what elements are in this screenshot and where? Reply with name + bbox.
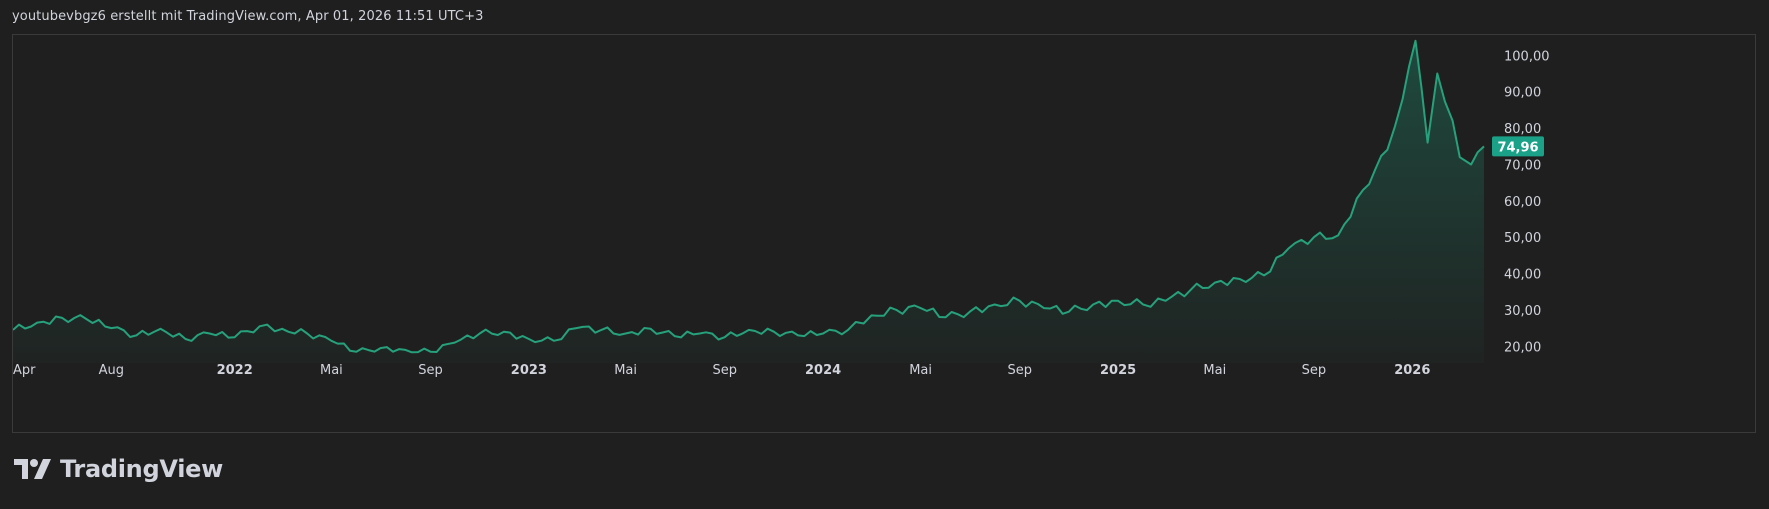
y-axis-tick-label: 80,00 (1504, 122, 1541, 137)
x-axis-tick-label: 2024 (805, 363, 841, 378)
x-axis-tick-label: 2023 (511, 363, 547, 378)
x-axis-tick-label: Mai (320, 363, 343, 378)
tradingview-wordmark: TradingView (60, 455, 223, 483)
x-axis-tick-label: 2025 (1100, 363, 1136, 378)
x-axis-tick-label: Sep (418, 363, 443, 378)
x-axis-tick-label: Apr (13, 363, 36, 378)
x-axis-tick-label: Mai (614, 363, 637, 378)
tradingview-logo-icon (14, 459, 51, 479)
y-axis-tick-label: 90,00 (1504, 86, 1541, 101)
y-axis-tick-label: 50,00 (1504, 231, 1541, 246)
tradingview-logo[interactable]: TradingView (14, 455, 223, 483)
x-axis-tick-label: Sep (1302, 363, 1327, 378)
y-axis-tick-label: 60,00 (1504, 195, 1541, 210)
y-axis-tick-label: 20,00 (1504, 340, 1541, 355)
x-axis-tick-label: Sep (712, 363, 737, 378)
attribution-text: youtubevbgz6 erstellt mit TradingView.co… (12, 9, 484, 24)
x-axis-tick-label: Mai (909, 363, 932, 378)
y-axis-tick-label: 70,00 (1504, 159, 1541, 174)
last-price-label: 74,96 (1497, 140, 1538, 155)
y-axis-tick-label: 40,00 (1504, 268, 1541, 283)
y-axis-tick-label: 30,00 (1504, 304, 1541, 319)
x-axis-tick-label: Aug (99, 363, 124, 378)
chart-frame[interactable]: 100,00 90,00 80,00 70,00 60,00 50,00 40,00 30,0… (12, 34, 1756, 433)
x-axis-tick-label: Mai (1203, 363, 1226, 378)
price-chart[interactable]: 100,00 90,00 80,00 70,00 60,00 50,00 40,00 30,0… (13, 35, 1757, 434)
x-axis-tick-label: 2022 (217, 363, 253, 378)
y-axis-tick-label: 100,00 (1504, 49, 1550, 64)
price-area-fill (13, 40, 1484, 364)
x-axis-tick-label: 2026 (1394, 363, 1430, 378)
x-axis-tick-label: Sep (1007, 363, 1032, 378)
